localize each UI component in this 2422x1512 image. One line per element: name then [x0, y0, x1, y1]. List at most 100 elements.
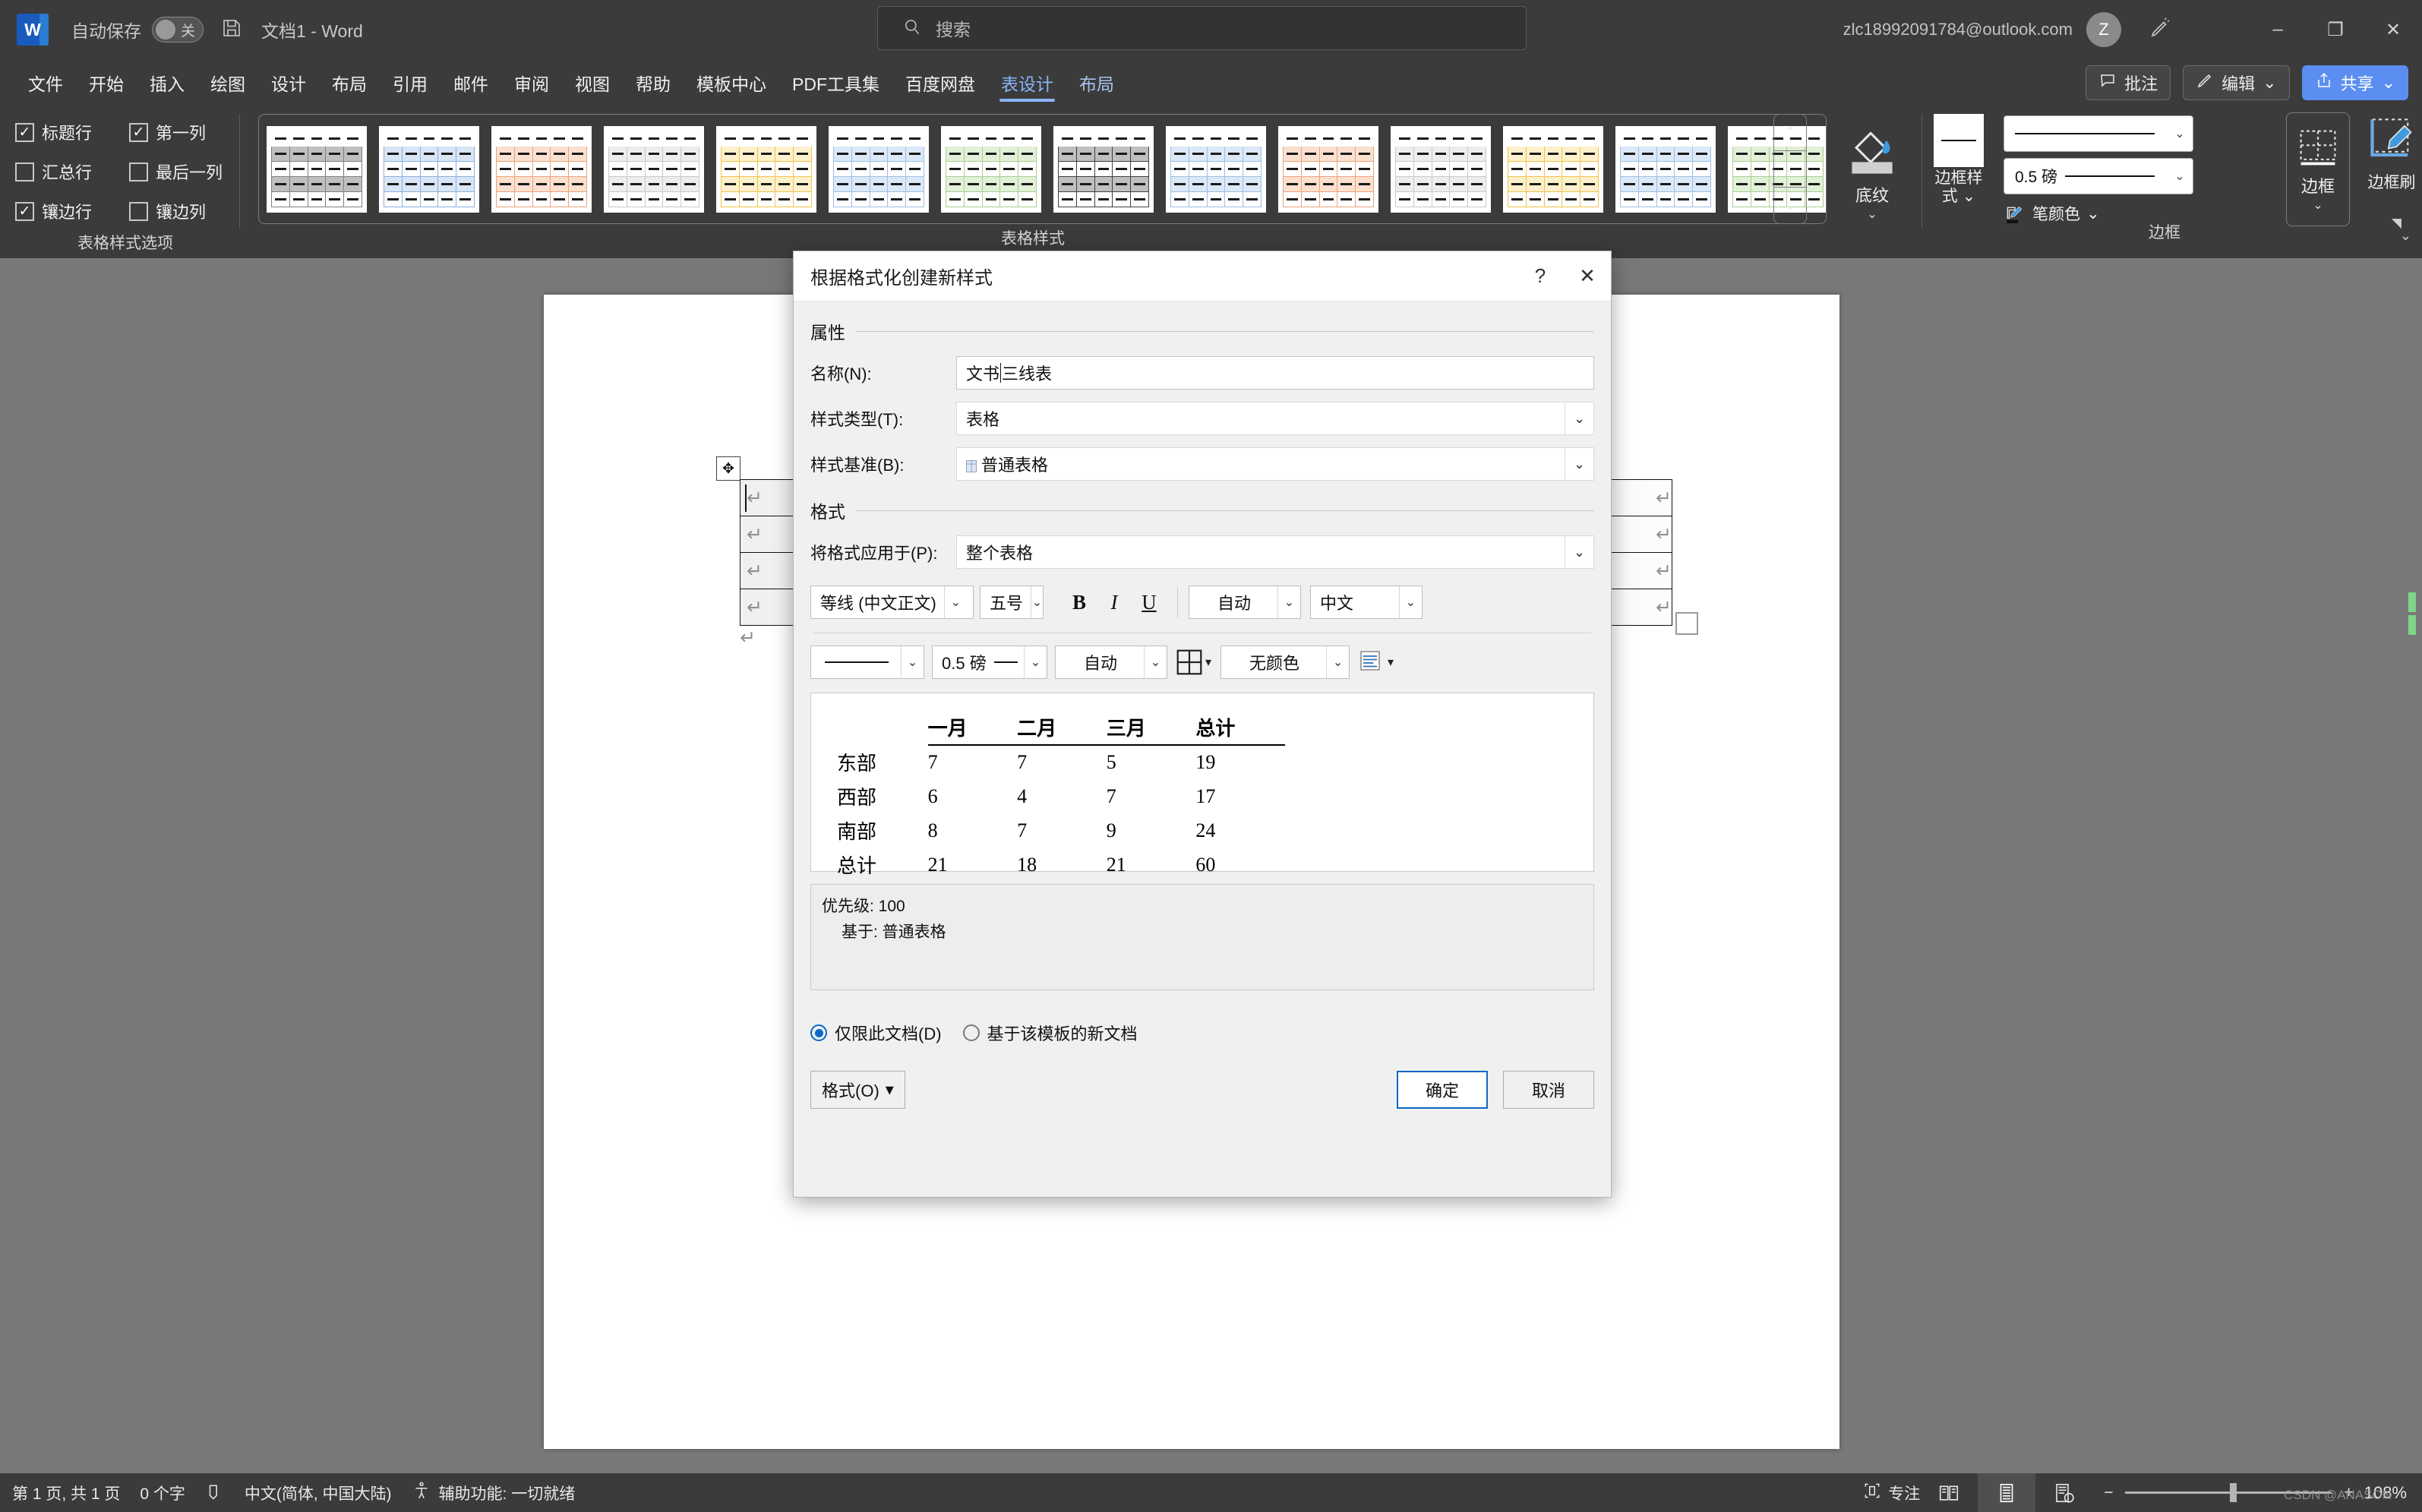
help-icon[interactable]: ?: [1517, 251, 1564, 301]
table-style-thumb[interactable]: [829, 125, 929, 213]
bold-button[interactable]: B: [1062, 586, 1097, 619]
table-style-thumb[interactable]: [1053, 125, 1154, 213]
table-style-thumb[interactable]: [941, 125, 1041, 213]
web-layout-icon[interactable]: [2035, 1473, 2093, 1512]
line-style-combo[interactable]: ⌄: [2004, 115, 2193, 152]
restore-button[interactable]: ❐: [2307, 0, 2364, 59]
ink-pen-icon[interactable]: [2149, 17, 2171, 43]
tab-yinyong[interactable]: 引用: [380, 59, 441, 106]
close-icon[interactable]: ✕: [1564, 251, 1611, 301]
cancel-button[interactable]: 取消: [1503, 1071, 1594, 1109]
gallery-more-icon[interactable]: ⌄: [1774, 188, 1806, 223]
border-painter-button[interactable]: 边框刷: [2362, 114, 2421, 192]
tab-wenjian[interactable]: 文件: [15, 59, 76, 106]
proofing-icon[interactable]: [205, 1483, 225, 1503]
radio-this-document[interactable]: 仅限此文档(D): [810, 1021, 942, 1045]
table-move-handle-icon[interactable]: ✥: [716, 456, 740, 481]
apply-to-select[interactable]: 整个表格 ⌄: [956, 535, 1594, 569]
font-size-select[interactable]: 五号 ⌄: [980, 586, 1044, 619]
table-style-thumb[interactable]: [1503, 125, 1603, 213]
font-color-select[interactable]: 自动 ⌄: [1189, 586, 1301, 619]
checkbox-last-column[interactable]: 最后一列: [129, 159, 223, 184]
minimize-button[interactable]: –: [2249, 0, 2307, 59]
tab-biaosheji[interactable]: 表设计: [988, 59, 1066, 106]
font-style-buttons: B I U: [1062, 586, 1167, 619]
format-button[interactable]: 格式(O) ▾: [810, 1071, 905, 1109]
table-style-thumb[interactable]: [1278, 125, 1378, 213]
checkbox-header-row[interactable]: ✓ 标题行: [15, 120, 129, 144]
ribbon-collapse-icon[interactable]: ⌄: [2400, 228, 2411, 244]
radio-new-documents[interactable]: 基于该模板的新文档: [962, 1021, 1138, 1045]
share-button[interactable]: 共享 ⌄: [2301, 65, 2408, 100]
checkbox-total-row[interactable]: 汇总行: [15, 159, 129, 184]
tab-huitu[interactable]: 绘图: [197, 59, 258, 106]
align-icon[interactable]: [1359, 649, 1385, 675]
tab-buju[interactable]: 布局: [319, 59, 380, 106]
search-box[interactable]: 搜索: [877, 6, 1527, 50]
borders-dropdown-caret-icon[interactable]: ▾: [1205, 655, 1211, 670]
tab-charu[interactable]: 插入: [137, 59, 197, 106]
checkbox-first-column[interactable]: ✓ 第一列: [129, 120, 206, 144]
shading-color-select[interactable]: 无颜色 ⌄: [1220, 646, 1350, 679]
tab-shenyue[interactable]: 审阅: [501, 59, 562, 106]
tab-pdf-gongjuji[interactable]: PDF工具集: [779, 59, 892, 106]
checkbox-banded-columns[interactable]: 镶边列: [129, 199, 206, 223]
border-styles-button[interactable]: 边框样 式 ⌄: [1929, 114, 1988, 206]
table-styles-gallery[interactable]: [258, 114, 1827, 224]
tab-youjian[interactable]: 邮件: [441, 59, 501, 106]
avatar[interactable]: Z: [2086, 12, 2121, 47]
tab-mubanzhongxin[interactable]: 模板中心: [684, 59, 779, 106]
accessibility-status[interactable]: 辅助功能: 一切就绪: [412, 1481, 575, 1505]
comments-button[interactable]: 批注: [2086, 65, 2171, 100]
save-icon[interactable]: [220, 17, 243, 43]
table-style-thumb[interactable]: [379, 125, 479, 213]
account-area[interactable]: zlc18992091784@outlook.com Z: [1843, 0, 2171, 59]
autosave-toggle[interactable]: 关: [152, 17, 204, 43]
table-resize-handle-icon[interactable]: [1675, 612, 1698, 635]
language-select[interactable]: 中文 ⌄: [1310, 586, 1423, 619]
border-color-select[interactable]: 自动 ⌄: [1055, 646, 1167, 679]
zoom-thumb[interactable]: [2230, 1483, 2237, 1502]
font-family-value: 等线 (中文正文): [820, 594, 936, 613]
table-style-thumb[interactable]: [604, 125, 704, 213]
edit-button[interactable]: 编辑 ⌄: [2183, 65, 2290, 100]
align-dropdown-caret-icon[interactable]: ▾: [1388, 655, 1394, 670]
zoom-out-button[interactable]: −: [2104, 1484, 2113, 1502]
underline-button[interactable]: U: [1132, 586, 1167, 619]
language-status[interactable]: 中文(简体, 中国大陆): [245, 1482, 392, 1504]
checkbox-banded-rows[interactable]: ✓ 镶边行: [15, 199, 129, 223]
gallery-scroll-down-icon[interactable]: ⌄: [1774, 151, 1806, 188]
italic-button[interactable]: I: [1097, 586, 1132, 619]
borders-grid-icon[interactable]: [1176, 649, 1202, 675]
tab-buju-table[interactable]: 布局: [1066, 59, 1127, 106]
style-base-select[interactable]: 普通表格 ⌄: [956, 447, 1594, 481]
tab-kaishi[interactable]: 开始: [76, 59, 137, 106]
table-style-thumb[interactable]: [1615, 125, 1716, 213]
ok-button[interactable]: 确定: [1397, 1071, 1488, 1109]
border-width-select[interactable]: 0.5 磅 ⌄: [932, 646, 1047, 679]
print-layout-icon[interactable]: [1978, 1473, 2036, 1512]
gallery-scroll-up-icon[interactable]: ⌃: [1774, 115, 1806, 151]
name-input[interactable]: 文书 三线表: [956, 356, 1594, 390]
tab-baiduwangpan[interactable]: 百度网盘: [892, 59, 988, 106]
focus-button[interactable]: 专注: [1862, 1481, 1920, 1505]
table-style-thumb[interactable]: [491, 125, 592, 213]
table-style-thumb[interactable]: [267, 125, 367, 213]
word-count[interactable]: 0 个字: [140, 1482, 185, 1504]
table-style-thumb[interactable]: [716, 125, 816, 213]
line-weight-combo[interactable]: 0.5 磅 ⌄: [2004, 158, 2193, 194]
tab-bangzhu[interactable]: 帮助: [623, 59, 684, 106]
create-new-style-dialog[interactable]: 根据格式化创建新样式 ? ✕ 属性 名称(N): 文书 三线表 样式类型(T): …: [793, 251, 1612, 1198]
tab-sheji[interactable]: 设计: [258, 59, 319, 106]
read-mode-icon[interactable]: [1920, 1473, 1978, 1512]
table-style-thumb[interactable]: [1391, 125, 1491, 213]
border-line-style-select[interactable]: ⌄: [810, 646, 924, 679]
borders-button[interactable]: 边框 ⌄: [2286, 112, 2350, 226]
close-button[interactable]: ✕: [2364, 0, 2422, 59]
style-type-select[interactable]: 表格 ⌄: [956, 402, 1594, 435]
tab-shitu[interactable]: 视图: [562, 59, 623, 106]
page-info[interactable]: 第 1 页, 共 1 页: [12, 1482, 120, 1504]
font-family-select[interactable]: 等线 (中文正文) ⌄: [810, 586, 974, 619]
shading-button[interactable]: 底纹 ⌄: [1830, 112, 1914, 222]
table-style-thumb[interactable]: [1166, 125, 1266, 213]
